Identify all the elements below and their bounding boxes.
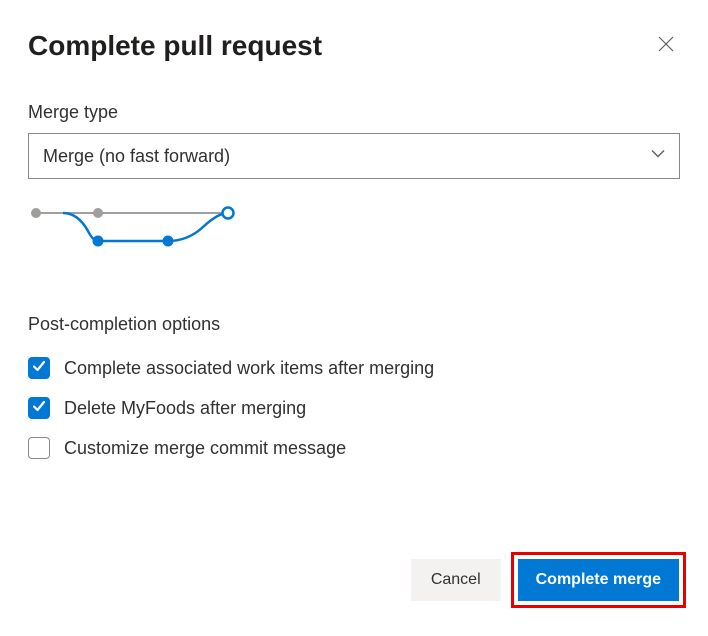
merge-strategy-diagram xyxy=(28,201,680,266)
merge-type-select[interactable]: Merge (no fast forward) xyxy=(28,133,680,179)
checkbox-customize-message[interactable] xyxy=(28,437,50,459)
dialog-title: Complete pull request xyxy=(28,30,322,62)
checkmark-icon xyxy=(32,359,46,378)
close-button[interactable] xyxy=(652,30,680,61)
checkbox-delete-branch[interactable] xyxy=(28,397,50,419)
post-completion-label: Post-completion options xyxy=(28,314,680,335)
option-complete-work-items: Complete associated work items after mer… xyxy=(28,357,680,379)
close-icon xyxy=(658,36,674,55)
checkmark-icon xyxy=(32,399,46,418)
option-customize-message: Customize merge commit message xyxy=(28,437,680,459)
complete-merge-button[interactable]: Complete merge xyxy=(518,559,679,601)
option-label[interactable]: Delete MyFoods after merging xyxy=(64,398,306,419)
merge-type-label: Merge type xyxy=(28,102,680,123)
option-label[interactable]: Complete associated work items after mer… xyxy=(64,358,434,379)
option-delete-branch: Delete MyFoods after merging xyxy=(28,397,680,419)
checkbox-complete-work-items[interactable] xyxy=(28,357,50,379)
cancel-button[interactable]: Cancel xyxy=(411,559,501,601)
merge-type-value: Merge (no fast forward) xyxy=(43,146,230,167)
option-label[interactable]: Customize merge commit message xyxy=(64,438,346,459)
highlight-box: Complete merge xyxy=(511,552,686,608)
